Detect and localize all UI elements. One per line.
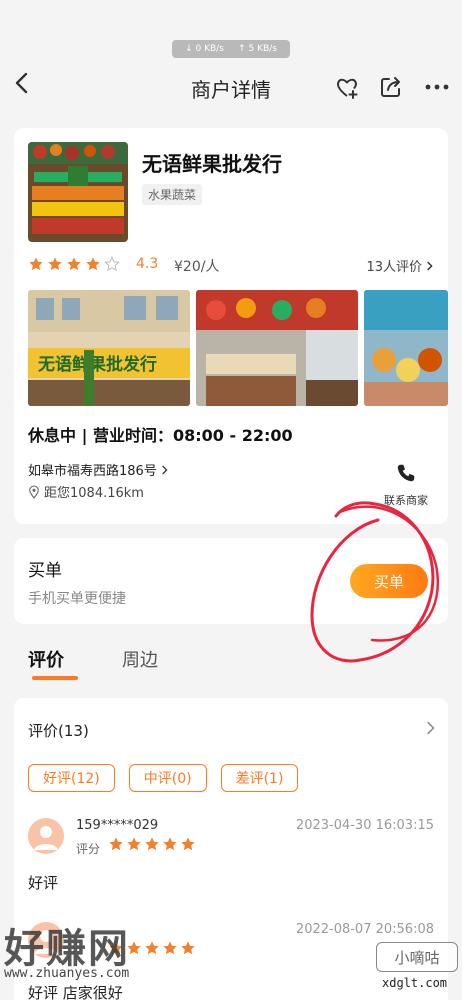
star-filled-icon [181, 837, 195, 851]
content-tabs: 评价 周边 [14, 640, 448, 686]
rating-stars [28, 256, 120, 272]
heart-plus-icon [336, 78, 358, 99]
filter-positive[interactable]: 好评(12) [28, 764, 115, 792]
interior-image [196, 290, 358, 406]
shop-thumbnail[interactable] [28, 142, 128, 242]
contact-merchant-button[interactable]: 联系商家 [378, 462, 434, 508]
tab-nearby[interactable]: 周边 [122, 646, 158, 672]
pay-title: 买单 [28, 561, 62, 581]
review-date: 2023-04-30 16:03:15 [295, 818, 434, 833]
review-item: 159*****029 评分 2023-04-30 16:03:15 好评 [28, 818, 434, 898]
review-stars [108, 836, 196, 852]
star-filled-icon [109, 837, 123, 851]
pay-bill-button[interactable]: 买单 [350, 564, 428, 598]
favorite-button[interactable] [334, 74, 360, 100]
fruit-stall-image [28, 142, 128, 242]
star-filled-icon [163, 837, 177, 851]
shop-name: 无语鲜果批发行 [142, 152, 282, 176]
nav-bar: 商户详情 [0, 62, 462, 110]
user-avatar-icon [34, 826, 58, 850]
star-filled-icon [86, 257, 100, 271]
rating-row: 4.3 ¥20/人 13人评价 [28, 254, 434, 278]
review-text: 好评 [28, 874, 59, 892]
star-filled-icon [48, 257, 62, 271]
chevron-right-icon [161, 465, 168, 474]
review-date: 2022-08-07 20:56:08 [295, 922, 434, 937]
business-hours: 休息中 | 营业时间：08:00 - 22:00 [28, 426, 293, 445]
contact-label: 联系商家 [384, 494, 428, 507]
review-filters: 好评(12) 中评(0) 差评(1) [28, 764, 299, 792]
storefront-photo[interactable]: 无语鲜果批发行 [28, 290, 190, 406]
star-filled-icon [29, 257, 43, 271]
network-speed-indicator: ↓ 0 KB/s ↑ 5 KB/s [172, 40, 290, 58]
more-dots-icon [425, 84, 449, 90]
produce-photo[interactable] [364, 290, 448, 406]
reviews-more-button[interactable] [426, 720, 436, 740]
price-per-person: ¥20/人 [174, 259, 220, 275]
avatar [28, 818, 64, 854]
more-button[interactable] [424, 74, 450, 100]
tab-reviews[interactable]: 评价 [28, 646, 64, 672]
share-icon [381, 77, 400, 97]
produce-image [364, 290, 448, 406]
watermark-right: 小嘀咕 xdglt.com [372, 942, 462, 1000]
filter-negative[interactable]: 差评(1) [220, 764, 299, 792]
download-speed: ↓ 0 KB/s [185, 44, 224, 54]
watermark-url: xdglt.com [382, 976, 448, 990]
rating-score: 4.3 [136, 256, 159, 272]
watermark-url: www.zhuanyes.com [4, 966, 130, 981]
filter-neutral[interactable]: 中评(0) [128, 764, 207, 792]
distance-row: 距您1084.16km [28, 482, 144, 501]
chevron-right-icon [427, 721, 435, 735]
star-filled-icon [145, 837, 159, 851]
chevron-right-icon [427, 260, 433, 271]
share-button[interactable] [378, 74, 404, 100]
review-score-label: 评分 [76, 842, 101, 856]
distance-text: 距您1084.16km [44, 486, 144, 501]
category-tag: 水果蔬菜 [142, 184, 203, 205]
interior-photo[interactable] [196, 290, 358, 406]
reviews-header[interactable]: 评价(13) [28, 720, 89, 741]
shop-photo-gallery[interactable]: 无语鲜果批发行 [28, 290, 448, 406]
star-filled-icon [127, 837, 141, 851]
active-tab-indicator [32, 676, 78, 680]
storefront-image: 无语鲜果批发行 [28, 290, 190, 406]
pay-bill-card: 买单 手机买单更便捷 买单 [14, 538, 448, 624]
shop-info-card: 无语鲜果批发行 水果蔬菜 4.3 ¥20/人 13人评价 无语鲜果批发行 休息中… [14, 128, 448, 524]
review-count: 13人评价 [366, 260, 422, 275]
address-link[interactable]: 如皋市福寿西路186号 [28, 460, 169, 479]
star-filled-icon [67, 257, 81, 271]
pay-subtitle: 手机买单更便捷 [28, 591, 126, 607]
review-username: 159*****029 [76, 818, 159, 833]
location-pin-icon [29, 484, 39, 499]
star-empty-icon [104, 256, 120, 272]
watermark-brand-box: 小嘀咕 [376, 942, 458, 972]
review-count-link[interactable]: 13人评价 [366, 256, 434, 275]
svg-text:无语鲜果批发行: 无语鲜果批发行 [37, 354, 157, 375]
phone-icon [397, 464, 415, 482]
address-text: 如皋市福寿西路186号 [28, 464, 157, 479]
upload-speed: ↑ 5 KB/s [238, 44, 277, 54]
watermark-left: 好赚网 www.zhuanyes.com [0, 912, 200, 1000]
